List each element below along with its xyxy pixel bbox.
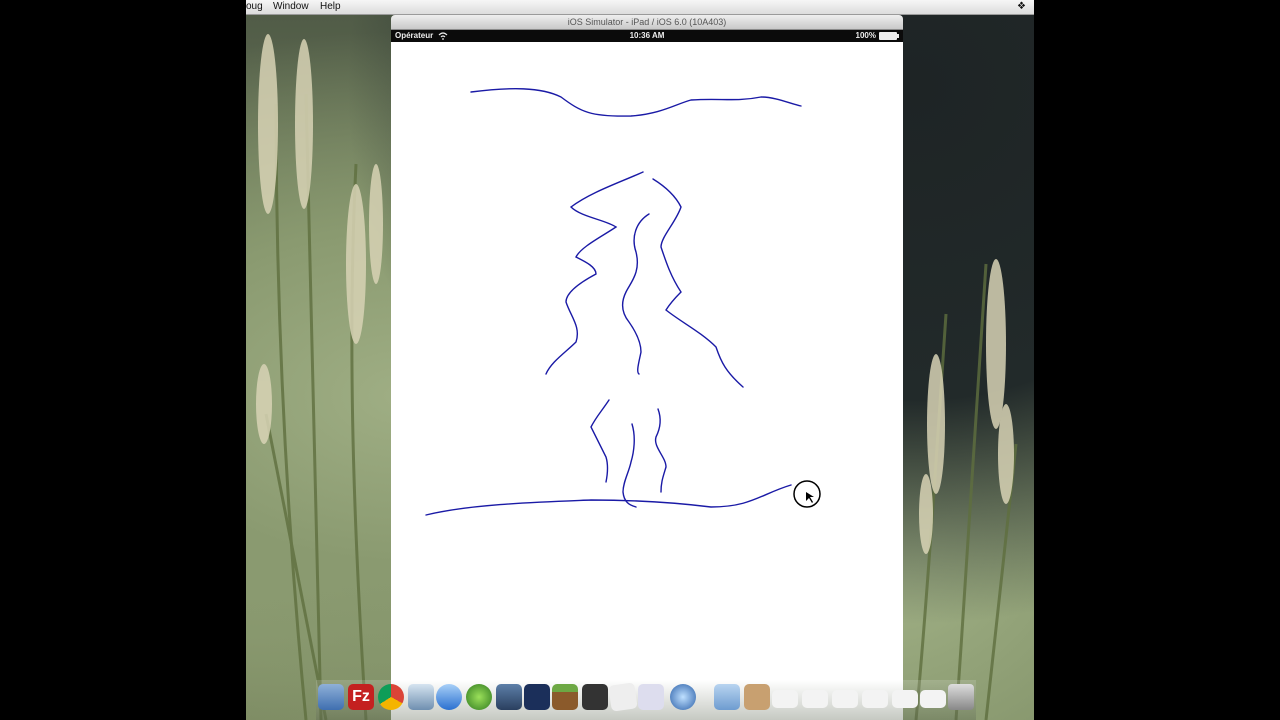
terminal-icon[interactable] [582, 684, 608, 710]
stroke-root-1 [590, 399, 610, 483]
filezilla-icon[interactable]: Fz [348, 684, 374, 710]
window-6-icon[interactable] [920, 690, 946, 708]
simulator-title: iOS Simulator - iPad / iOS 6.0 (10A403) [391, 15, 903, 30]
cursor-arrow-icon [806, 492, 814, 503]
window-1-icon[interactable] [772, 690, 798, 708]
window-2-icon[interactable] [802, 690, 828, 708]
folder-icon[interactable] [714, 684, 740, 710]
notes-icon[interactable] [638, 684, 664, 710]
battery-indicator: 100% [855, 30, 899, 42]
menu-bar: oug Window Help ❖ [246, 0, 1034, 15]
minecraft-icon[interactable] [552, 684, 578, 710]
dock: Fz [316, 680, 976, 720]
stroke-root-2 [622, 423, 637, 508]
ios-status-bar: Opérateur 10:36 AM 100% [391, 30, 903, 42]
stroke-tree-mid [621, 213, 650, 375]
desktop: oug Window Help ❖ iOS Simulator - iPad /… [246, 0, 1034, 720]
menu-window[interactable]: Window [273, 1, 309, 12]
finder-icon[interactable] [318, 684, 344, 710]
battery-icon [879, 32, 899, 40]
menu-help[interactable]: Help [320, 1, 341, 12]
drawing-strokes [425, 88, 821, 516]
xcode-icon[interactable] [496, 684, 522, 710]
window-3-icon[interactable] [832, 690, 858, 708]
stroke-tree-right [652, 178, 744, 388]
dropbox-icon[interactable]: ❖ [1017, 1, 1026, 12]
window-4-icon[interactable] [862, 690, 888, 708]
preview-icon[interactable] [408, 684, 434, 710]
stroke-ground [425, 484, 792, 516]
game-icon[interactable] [466, 684, 492, 710]
chrome-icon[interactable] [378, 684, 404, 710]
stroke-root-3 [654, 408, 667, 493]
battery-label: 100% [855, 31, 876, 40]
stroke-sky [470, 88, 802, 117]
ichat-icon[interactable] [436, 684, 462, 710]
window-5-icon[interactable] [892, 690, 918, 708]
quicktime-icon[interactable] [670, 684, 696, 710]
drawing-canvas[interactable] [391, 42, 903, 720]
menu-debug[interactable]: oug [246, 1, 263, 12]
stroke-tree-left [545, 171, 644, 375]
trash-icon[interactable] [948, 684, 974, 710]
ios-simulator-window: iOS Simulator - iPad / iOS 6.0 (10A403) … [391, 15, 903, 720]
ibooks-icon[interactable] [524, 684, 550, 710]
status-time: 10:36 AM [629, 31, 665, 40]
textedit-icon[interactable] [608, 682, 638, 712]
archive-icon[interactable] [744, 684, 770, 710]
